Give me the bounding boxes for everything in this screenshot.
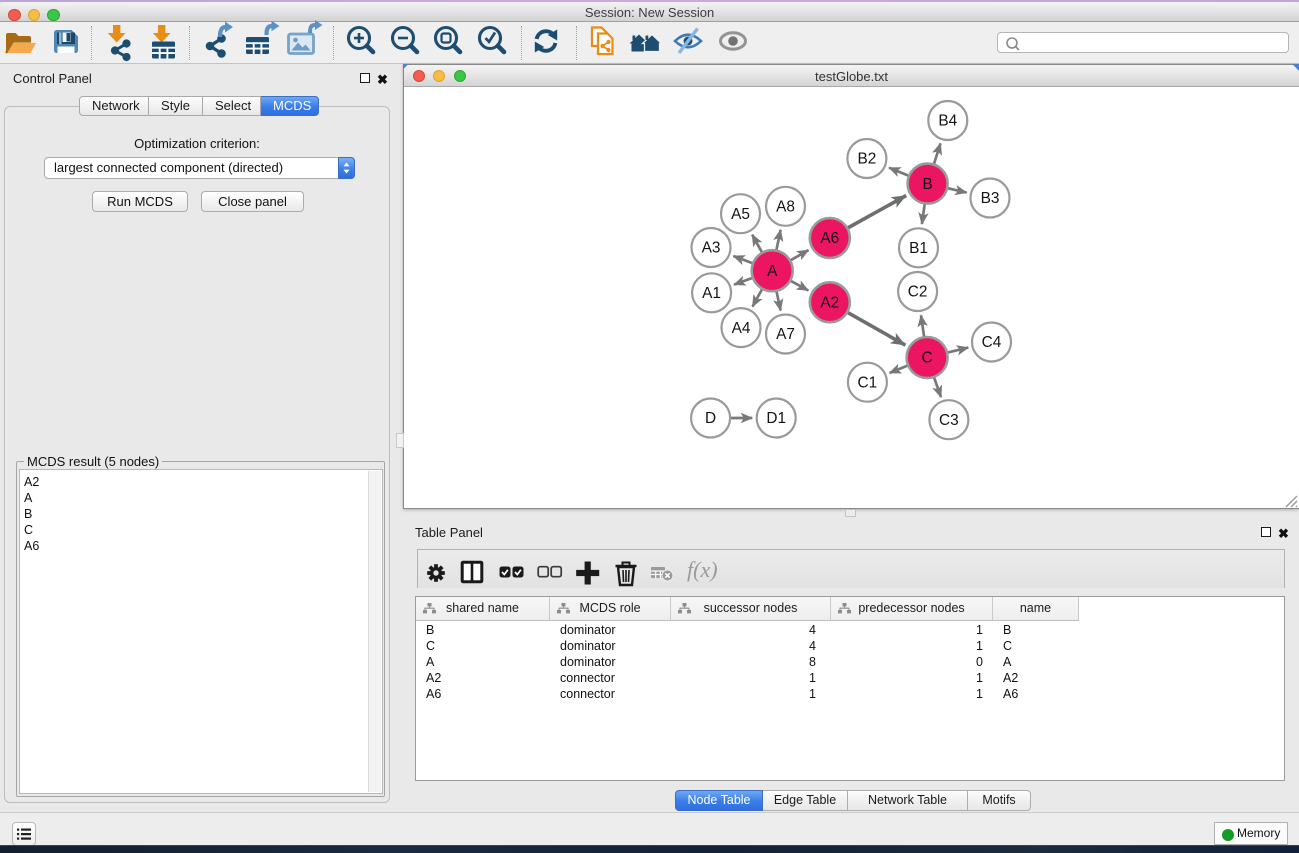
svg-text:A: A xyxy=(767,263,778,280)
svg-text:A7: A7 xyxy=(776,326,795,343)
svg-text:B1: B1 xyxy=(909,240,928,257)
svg-text:C2: C2 xyxy=(908,284,928,301)
svg-text:B: B xyxy=(922,176,932,193)
svg-text:A1: A1 xyxy=(702,285,721,302)
svg-text:D1: D1 xyxy=(766,410,786,427)
svg-text:A5: A5 xyxy=(731,206,750,223)
svg-text:C4: C4 xyxy=(982,334,1002,351)
svg-text:A4: A4 xyxy=(732,320,751,337)
svg-text:C3: C3 xyxy=(939,412,959,429)
svg-text:B3: B3 xyxy=(981,190,1000,207)
svg-text:C1: C1 xyxy=(858,374,878,391)
svg-text:A8: A8 xyxy=(776,199,795,216)
svg-text:B4: B4 xyxy=(938,113,957,130)
svg-text:B2: B2 xyxy=(857,151,876,168)
svg-text:A3: A3 xyxy=(702,240,721,257)
svg-text:D: D xyxy=(705,410,716,427)
svg-text:C: C xyxy=(922,350,933,367)
svg-text:A6: A6 xyxy=(820,230,839,247)
svg-text:A2: A2 xyxy=(820,295,839,312)
